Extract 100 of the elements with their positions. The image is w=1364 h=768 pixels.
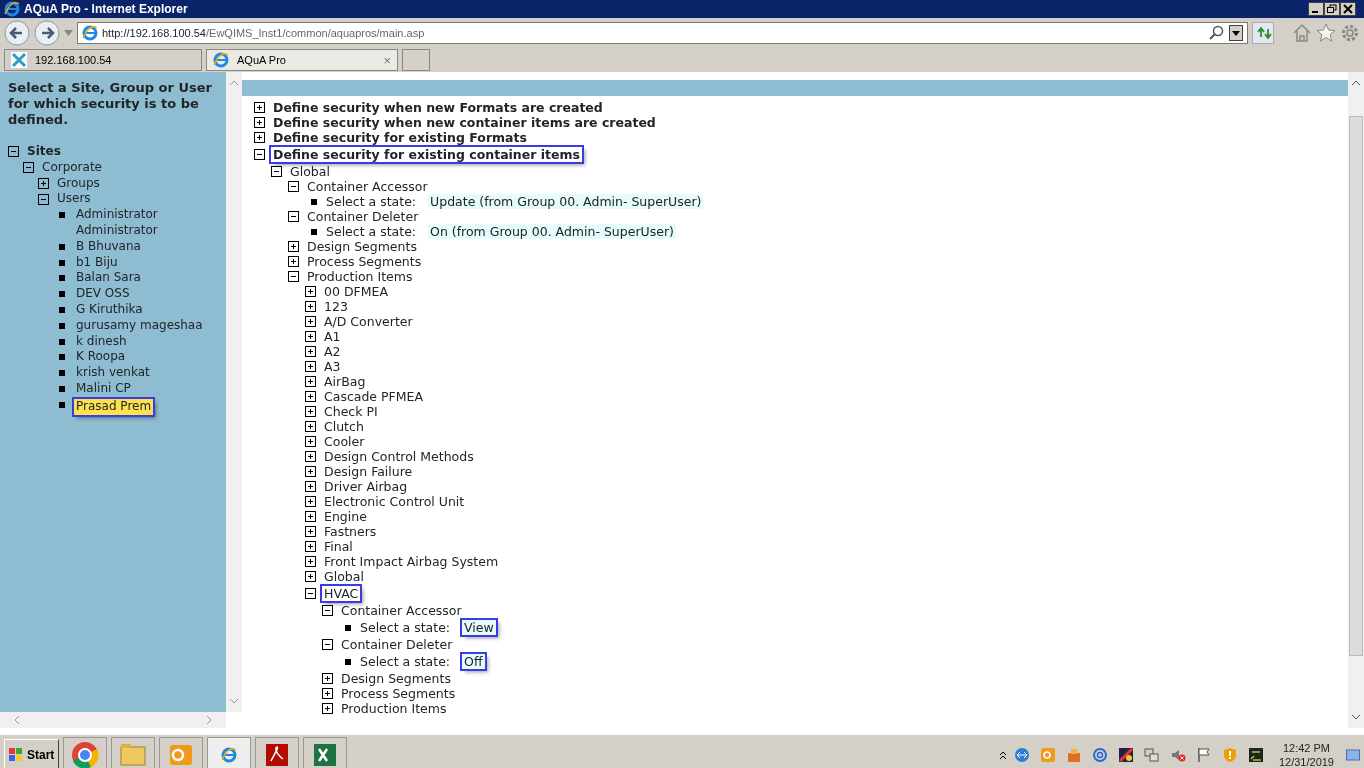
tree-item[interactable]: Define security when new container items are created [271,115,658,130]
state-value[interactable]: View [462,620,496,635]
user-item[interactable]: G Kiruthika [74,301,145,318]
expand-icon[interactable] [305,331,316,342]
tree-item[interactable]: A2 [322,344,343,359]
expand-icon[interactable] [305,556,316,567]
user-item[interactable]: krish venkat [74,365,152,381]
expand-icon[interactable] [305,451,316,462]
search-icon[interactable] [1209,25,1225,41]
user-item[interactable]: K Roopa [74,349,128,366]
expand-icon[interactable] [305,526,316,537]
expand-icon[interactable] [305,511,316,522]
taskbar-button[interactable] [303,736,348,768]
remote-app-icon[interactable] [1013,746,1030,763]
tree-item[interactable]: Global [322,569,366,584]
tree-item[interactable]: Container Deleter [339,637,455,652]
scroll-down-icon[interactable] [1351,714,1361,720]
expand-icon[interactable] [305,481,316,492]
dropdown-icon[interactable] [1229,25,1243,41]
refresh-arrows-icon[interactable] [1252,22,1274,44]
tree-item[interactable]: 00 DFMEA [322,284,390,299]
flag-icon[interactable] [1195,746,1212,763]
expand-icon[interactable] [288,256,299,267]
collapse-icon[interactable] [8,146,19,158]
star-icon[interactable] [1316,23,1336,43]
expand-icon[interactable] [305,466,316,477]
restore-icon[interactable] [1324,2,1340,16]
expand-icon[interactable] [305,406,316,417]
tree-item[interactable]: 123 [322,299,350,314]
tree-item[interactable]: Clutch [322,419,366,434]
expand-icon[interactable] [305,376,316,387]
expand-icon[interactable] [305,286,316,297]
scroll-up-icon[interactable] [1351,80,1361,86]
expand-icon[interactable] [305,316,316,327]
tree-item[interactable]: Driver Airbag [322,479,410,494]
collapse-icon[interactable] [322,639,333,650]
expand-icon[interactable] [322,673,333,684]
expand-icon[interactable] [288,241,299,252]
scrollbar-thumb[interactable] [1349,116,1363,656]
browser-tab[interactable]: AQuA Pro × [206,49,398,71]
expand-icon[interactable] [305,391,316,402]
tree-item[interactable]: Cascade PFMEA [322,389,425,404]
tree-item[interactable]: Final [322,539,355,554]
terminal-icon[interactable] [1247,746,1264,763]
tree-item[interactable]: Define security when new Formats are created [271,100,605,115]
start-button[interactable]: Start [4,738,60,768]
expand-icon[interactable] [305,346,316,357]
user-item[interactable]: Malini CP [74,380,133,397]
user-item[interactable]: DEV OSS [74,286,132,302]
tree-item[interactable]: Fastners [322,524,379,539]
tree-item[interactable]: Design Segments [305,239,419,254]
tree-item[interactable]: Corporate [40,159,104,176]
expand-icon[interactable] [254,132,265,143]
expand-icon[interactable] [305,541,316,552]
tree-item[interactable]: Container Accessor [339,603,464,618]
tree-item[interactable]: Cooler [322,434,367,449]
tree-item[interactable]: Design Failure [322,464,415,479]
collapse-icon[interactable] [288,181,299,192]
tree-item[interactable]: Electronic Control Unit [322,494,467,509]
collapse-icon[interactable] [271,166,282,177]
tree-item[interactable]: Define security for existing Formats [271,130,529,145]
expand-icon[interactable] [305,436,316,447]
user-item[interactable]: Balan Sara [74,270,143,287]
user-item[interactable]: b1 Biju [74,254,120,271]
spiral-icon[interactable] [1091,746,1108,763]
browser-tab[interactable]: 192.168.100.54 [4,49,202,71]
taskbar-button[interactable] [207,736,252,768]
tree-item[interactable]: HVAC [322,586,361,601]
tree-item[interactable]: Check PI [322,404,380,419]
expand-icon[interactable] [305,571,316,582]
user-item[interactable]: B Bhuvana [74,238,143,255]
tree-item[interactable]: Process Segments [305,254,424,269]
tree-item[interactable]: Design Control Methods [322,449,476,464]
close-icon[interactable] [1340,2,1356,16]
state-value[interactable]: On (from Group 00. Admin- SuperUser) [428,224,676,239]
tree-item[interactable]: Production Items [339,701,449,716]
collapse-icon[interactable] [38,193,49,205]
expand-icon[interactable] [322,703,333,714]
tree-item[interactable]: AirBag [322,374,368,389]
tree-item[interactable]: A3 [322,359,343,374]
tree-item[interactable]: Define security for existing container items [271,147,582,162]
state-value[interactable]: Off [462,654,485,669]
collapse-icon[interactable] [254,149,265,160]
minimize-icon[interactable] [1308,2,1324,16]
show-hidden-icons-icon[interactable] [998,749,1007,760]
tree-item[interactable]: Container Deleter [305,209,421,224]
taskbar-button[interactable] [159,736,204,768]
state-value[interactable]: Update (from Group 00. Admin- SuperUser) [428,194,704,209]
vertical-scrollbar[interactable] [1348,72,1364,728]
forward-icon[interactable] [34,20,60,46]
expand-icon[interactable] [305,421,316,432]
tree-item[interactable]: A/D Converter [322,314,415,329]
expand-icon[interactable] [305,361,316,372]
back-icon[interactable] [4,20,30,46]
tree-item[interactable]: Production Items [305,269,415,284]
user-item[interactable]: gurusamy mageshaa [74,317,205,334]
tree-item[interactable]: Front Impact Airbag System [322,554,501,569]
computers-icon[interactable] [1143,746,1160,763]
tree-item[interactable]: Groups [55,175,102,192]
tree-item[interactable]: Global [288,164,332,179]
